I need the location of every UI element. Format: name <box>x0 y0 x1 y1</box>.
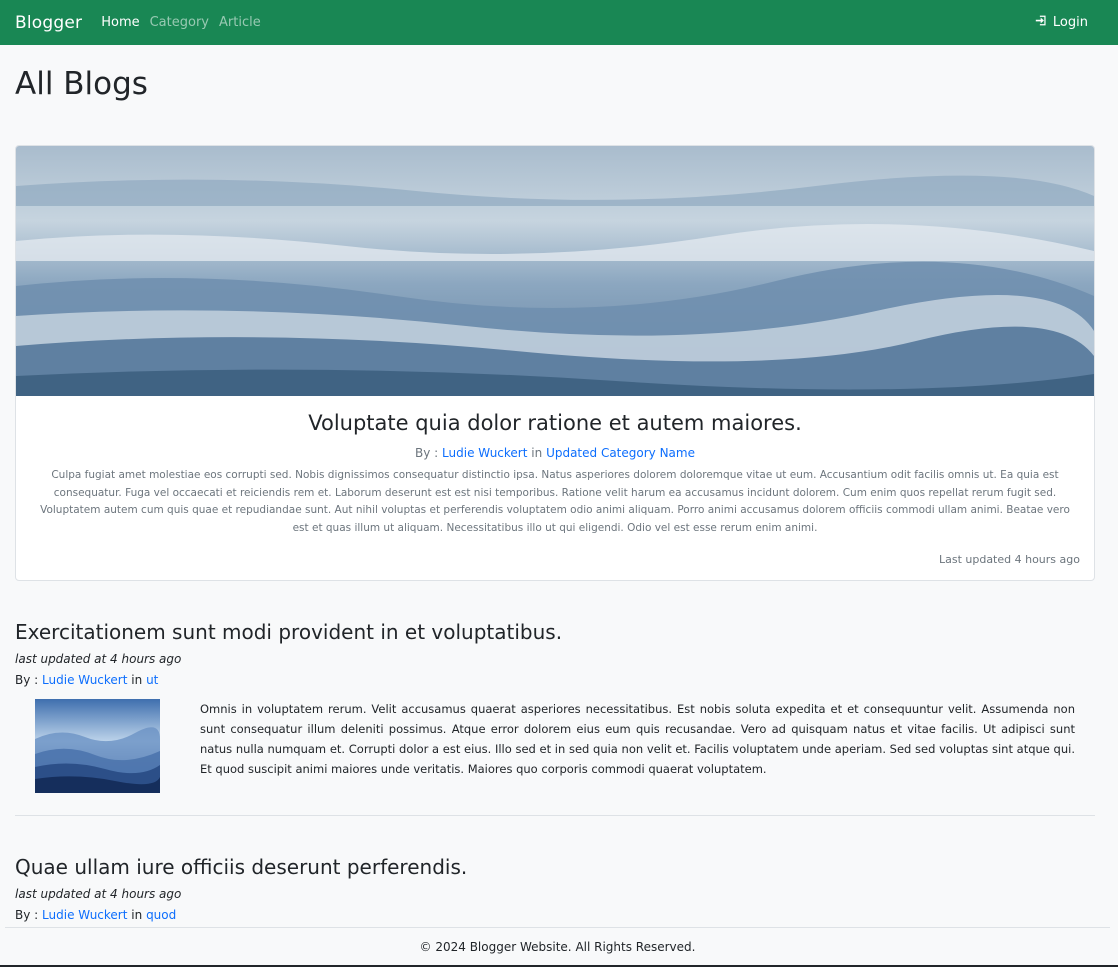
featured-image <box>16 146 1094 396</box>
post-thumbnail <box>35 699 160 793</box>
post-meta: By : Ludie Wuckert in quod <box>15 908 1095 922</box>
nav-link-category[interactable]: Category <box>150 15 209 30</box>
featured-body: Culpa fugiat amet molestiae eos corrupti… <box>40 469 1070 534</box>
post-by-label: By : <box>15 673 39 687</box>
post-by-label: By : <box>15 908 39 922</box>
post-in-label: in <box>131 673 143 687</box>
post-updated: last updated at 4 hours ago <box>15 887 182 901</box>
featured-updated: Last updated 4 hours ago <box>938 553 1080 566</box>
featured-category-link[interactable]: Updated Category Name <box>546 446 695 460</box>
post-meta: By : Ludie Wuckert in ut <box>15 673 1095 687</box>
page-title: All Blogs <box>15 66 148 102</box>
navbar: Blogger Home Category Article Login <box>0 0 1118 45</box>
post-item: Exercitationem sunt modi provident in et… <box>15 620 1095 799</box>
login-label: Login <box>1052 15 1088 30</box>
nav-link-home[interactable]: Home <box>101 15 139 30</box>
featured-meta: By : Ludie Wuckert in Updated Category N… <box>16 446 1094 460</box>
login-icon <box>1035 14 1048 31</box>
post-category-link[interactable]: quod <box>146 908 176 922</box>
login-link[interactable]: Login <box>1035 14 1088 31</box>
post-author-link[interactable]: Ludie Wuckert <box>42 908 127 922</box>
post-excerpt: Omnis in voluptatem rerum. Velit accusam… <box>200 702 1075 776</box>
post-item: Quae ullam iure officiis deserunt perfer… <box>15 855 1095 922</box>
featured-author-link[interactable]: Ludie Wuckert <box>442 446 527 460</box>
footer-copyright: © 2024 Blogger Website. All Rights Reser… <box>419 939 696 954</box>
post-category-link[interactable]: ut <box>146 673 158 687</box>
post-in-label: in <box>131 908 143 922</box>
post-title[interactable]: Quae ullam iure officiis deserunt perfer… <box>15 855 1095 879</box>
featured-card: Voluptate quia dolor ratione et autem ma… <box>15 145 1095 581</box>
post-body: Omnis in voluptatem rerum. Velit accusam… <box>15 699 1095 799</box>
featured-in-label: in <box>531 446 543 460</box>
post-updated: last updated at 4 hours ago <box>15 652 182 666</box>
featured-by-label: By : <box>415 446 439 460</box>
post-divider <box>15 815 1095 816</box>
post-author-link[interactable]: Ludie Wuckert <box>42 673 127 687</box>
featured-title: Voluptate quia dolor ratione et autem ma… <box>308 411 802 435</box>
brand-link[interactable]: Blogger <box>15 13 82 33</box>
nav-link-article[interactable]: Article <box>219 15 261 30</box>
post-title[interactable]: Exercitationem sunt modi provident in et… <box>15 620 1095 644</box>
footer: © 2024 Blogger Website. All Rights Reser… <box>5 927 1110 965</box>
